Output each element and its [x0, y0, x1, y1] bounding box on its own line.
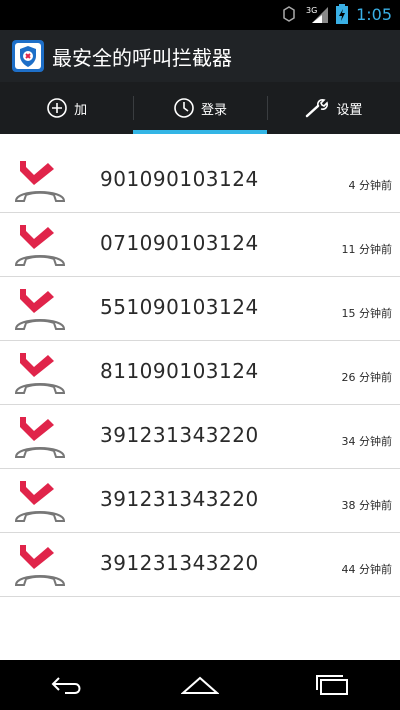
call-time: 15 分钟前	[341, 307, 393, 320]
rotate-icon	[283, 6, 295, 22]
back-button[interactable]	[37, 665, 97, 705]
phone-number: 551090103124	[100, 295, 259, 319]
missed-call-icon	[14, 417, 66, 458]
call-time: 26 分钟前	[341, 371, 393, 384]
tab-add-label: 加	[74, 102, 88, 118]
call-log-row[interactable]: 551090103124 15 分钟前	[0, 277, 400, 341]
signal-icon: 3G	[306, 6, 329, 23]
phone-number: 811090103124	[100, 359, 259, 383]
navigation-bar	[0, 660, 400, 710]
call-log-row[interactable]: 071090103124 11 分钟前	[0, 213, 400, 277]
missed-call-icon	[14, 353, 66, 394]
call-log-row[interactable]: 391231343220 34 分钟前	[0, 405, 400, 469]
tab-log[interactable]: 登录	[133, 82, 267, 134]
missed-call-icon	[14, 545, 66, 586]
network-label: 3G	[306, 6, 317, 15]
call-log-row[interactable]: 811090103124 26 分钟前	[0, 341, 400, 405]
call-log-row[interactable]: 391231343220 44 分钟前	[0, 533, 400, 597]
clock-icon	[174, 98, 194, 118]
wrench-icon	[306, 99, 329, 118]
phone-number: 391231343220	[100, 423, 259, 447]
status-bar: 3G 1:05	[0, 0, 400, 30]
status-time: 1:05	[356, 4, 392, 24]
tab-settings-label: 设置	[336, 102, 363, 118]
back-icon	[51, 677, 81, 694]
phone-number: 071090103124	[100, 231, 259, 255]
tab-settings[interactable]: 设置	[266, 82, 400, 134]
shield-phone-icon	[12, 40, 44, 72]
missed-call-icon	[14, 481, 66, 522]
status-icons: 3G 1:05	[280, 4, 392, 24]
app-title: 最安全的呼叫拦截器	[52, 45, 232, 70]
missed-call-icon	[14, 289, 66, 330]
call-time: 44 分钟前	[341, 563, 393, 576]
battery-icon	[336, 4, 349, 24]
call-log-row[interactable]: 901090103124 4 分钟前	[0, 149, 400, 213]
call-log-row[interactable]: 391231343220 38 分钟前	[0, 469, 400, 533]
plus-circle-icon	[47, 98, 67, 118]
call-time: 11 分钟前	[341, 243, 393, 256]
phone-number: 901090103124	[100, 167, 259, 191]
tab-add[interactable]: 加	[0, 82, 133, 134]
recent-apps-icon	[316, 675, 349, 695]
recent-apps-button[interactable]	[303, 665, 363, 705]
home-button[interactable]	[170, 665, 230, 705]
call-time: 4 分钟前	[348, 179, 393, 192]
phone-number: 391231343220	[100, 551, 259, 575]
home-icon	[180, 676, 219, 694]
call-log-list: 901090103124 4 分钟前 071090103124 11 分钟前 5…	[0, 149, 400, 597]
tab-log-label: 登录	[200, 102, 227, 118]
phone-number: 391231343220	[100, 487, 259, 511]
call-time: 34 分钟前	[341, 435, 393, 448]
call-time: 38 分钟前	[341, 499, 393, 512]
missed-call-icon	[14, 161, 66, 202]
missed-call-icon	[14, 225, 66, 266]
action-bar: 最安全的呼叫拦截器	[0, 30, 400, 82]
tab-bar: 加 登录 设置	[0, 82, 400, 134]
